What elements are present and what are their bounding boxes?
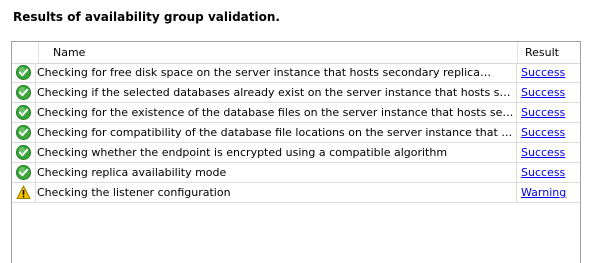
column-header-result[interactable]: Result: [517, 42, 580, 63]
row-name: Checking for free disk space on the serv…: [36, 63, 517, 82]
row-result: Success: [517, 63, 580, 82]
table-row[interactable]: Checking if the selected databases alrea…: [12, 83, 580, 103]
grid-header: Name Result: [12, 42, 580, 64]
row-name: Checking for compatibility of the databa…: [36, 123, 517, 142]
result-link-success[interactable]: Success: [521, 126, 565, 139]
row-name: Checking whether the endpoint is encrypt…: [36, 143, 517, 162]
table-row[interactable]: Checking whether the endpoint is encrypt…: [12, 143, 580, 163]
row-status-cell: [12, 63, 36, 82]
result-link-success[interactable]: Success: [521, 66, 565, 79]
row-result: Success: [517, 123, 580, 142]
success-check-icon: [16, 85, 31, 100]
row-status-cell: [12, 183, 36, 202]
row-status-cell: [12, 143, 36, 162]
table-row[interactable]: Checking for free disk space on the serv…: [12, 63, 580, 83]
row-name: Checking replica availability mode: [36, 163, 517, 182]
result-link-success[interactable]: Success: [521, 86, 565, 99]
table-row[interactable]: Checking for compatibility of the databa…: [12, 123, 580, 143]
results-heading: Results of availability group validation…: [13, 10, 280, 24]
row-result: Success: [517, 143, 580, 162]
row-result: Success: [517, 163, 580, 182]
result-link-success[interactable]: Success: [521, 106, 565, 119]
row-name: Checking if the selected databases alrea…: [36, 83, 517, 102]
row-name: Checking for the existence of the databa…: [36, 103, 517, 122]
row-result: Warning: [517, 183, 580, 202]
success-check-icon: [16, 65, 31, 80]
warning-icon: [16, 185, 31, 199]
row-name-text: Checking for free disk space on the serv…: [37, 66, 480, 79]
row-result: Success: [517, 83, 580, 102]
row-status-cell: [12, 123, 36, 142]
result-link-success[interactable]: Success: [521, 166, 565, 179]
success-check-icon: [16, 105, 31, 120]
row-status-cell: [12, 103, 36, 122]
table-row[interactable]: Checking replica availability mode Succe…: [12, 163, 580, 183]
table-row[interactable]: Checking the listener configuration Warn…: [12, 183, 580, 203]
column-header-name[interactable]: Name: [38, 42, 517, 63]
row-status-cell: [12, 163, 36, 182]
success-check-icon: [16, 165, 31, 180]
success-check-icon: [16, 145, 31, 160]
results-grid[interactable]: Name Result Checking for free disk space…: [11, 41, 581, 263]
validation-results-page: Results of availability group validation…: [0, 0, 589, 263]
row-name: Checking the listener configuration: [36, 183, 517, 202]
result-link-warning[interactable]: Warning: [521, 186, 566, 199]
success-check-icon: [16, 125, 31, 140]
result-link-success[interactable]: Success: [521, 146, 565, 159]
table-row[interactable]: Checking for the existence of the databa…: [12, 103, 580, 123]
row-status-cell: [12, 83, 36, 102]
row-result: Success: [517, 103, 580, 122]
